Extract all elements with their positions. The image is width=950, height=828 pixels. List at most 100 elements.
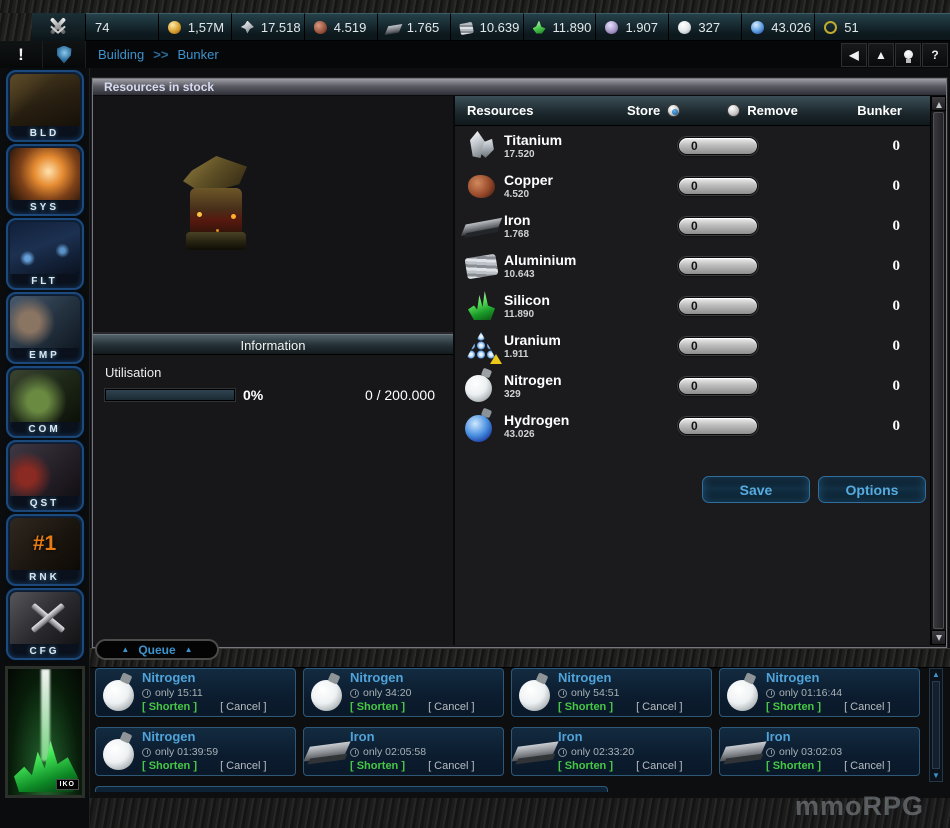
clock-icon <box>558 748 567 757</box>
queue-toggle-tab[interactable]: ▲ Queue ▲ <box>95 639 219 660</box>
hint-button[interactable] <box>895 43 921 67</box>
resource-row: Iron 1.768 0 <box>455 206 930 246</box>
navigation-bar: ! Building >> Bunker ◀ ▲ ? <box>0 41 950 68</box>
cancel-link[interactable]: [ Cancel ] <box>428 760 474 772</box>
resource-value: 43.026 <box>771 20 811 35</box>
clock-icon <box>350 748 359 757</box>
shorten-link[interactable]: [ Shorten ] <box>350 701 405 713</box>
resource-icon <box>460 248 504 284</box>
breadcrumb-bunker-link[interactable]: Bunker <box>177 47 218 62</box>
sidebar-item[interactable]: EMP <box>6 292 84 364</box>
store-amount-input[interactable] <box>678 177 758 195</box>
resource-icon <box>460 128 504 164</box>
store-amount-input[interactable] <box>678 297 758 315</box>
cancel-link[interactable]: [ Cancel ] <box>220 760 266 772</box>
cancel-link[interactable]: [ Cancel ] <box>844 760 890 772</box>
scroll-down-button[interactable] <box>931 630 946 645</box>
sidebar-item-label: EMP <box>8 350 82 364</box>
clock-icon <box>142 748 151 757</box>
queue-scroll-down-button[interactable]: ▼ <box>932 770 940 781</box>
topbar-resource-cell: 1.765 <box>377 13 450 41</box>
remove-radio[interactable] <box>727 104 740 117</box>
store-amount-input[interactable] <box>678 417 758 435</box>
resource-name: Copper <box>504 172 636 188</box>
help-button[interactable]: ? <box>922 43 948 67</box>
resource-row: Aluminium 10.643 0 <box>455 246 930 286</box>
queue-scroll-up-button[interactable]: ▲ <box>932 669 940 680</box>
clock-icon <box>350 689 359 698</box>
sidebar-item[interactable]: CFG <box>6 588 84 660</box>
sidebar-item[interactable]: #1 RNK <box>6 514 84 586</box>
queue-time-text: only 03:02:03 <box>779 746 842 759</box>
resource-stock-amount: 1.768 <box>504 229 636 240</box>
scroll-up-button[interactable] <box>931 96 946 111</box>
question-mark-icon: ? <box>931 48 938 62</box>
scroll-top-button[interactable]: ▲ <box>868 43 894 67</box>
store-amount-input[interactable] <box>678 337 758 355</box>
shorten-link[interactable]: [ Shorten ] <box>766 701 821 713</box>
resource-icon <box>460 288 504 324</box>
shorten-link[interactable]: [ Shorten ] <box>142 701 197 713</box>
back-button[interactable]: ◀ <box>841 43 867 67</box>
store-amount-input[interactable] <box>678 217 758 235</box>
sidebar-item[interactable]: SYS <box>6 144 84 216</box>
store-amount-input[interactable] <box>678 137 758 155</box>
resource-row: Hydrogen 43.026 0 <box>455 406 930 446</box>
store-amount-input[interactable] <box>678 377 758 395</box>
alert-button[interactable]: ! <box>0 41 43 68</box>
resource-stock-amount: 17.520 <box>504 149 636 160</box>
sidebar-thumbnail <box>10 74 80 126</box>
bunker-amount: 0 <box>804 178 930 195</box>
resource-icon <box>168 21 181 34</box>
bunker-amount: 0 <box>804 258 930 275</box>
store-amount-input[interactable] <box>678 257 758 275</box>
cancel-link[interactable]: [ Cancel ] <box>636 701 682 713</box>
queue-scrollbar: ▲ ▼ <box>929 668 943 782</box>
topbar-resource-cell: 74 <box>85 13 158 41</box>
resource-icon <box>824 21 837 34</box>
options-button[interactable]: Options <box>818 476 926 503</box>
sidebar-item[interactable]: COM <box>6 366 84 438</box>
resource-icon <box>460 168 504 204</box>
shorten-link[interactable]: [ Shorten ] <box>142 760 197 772</box>
queue-time: only 15:11 <box>142 687 267 700</box>
store-radio[interactable] <box>667 104 680 117</box>
scrollbar-thumb[interactable] <box>933 112 944 629</box>
cancel-link[interactable]: [ Cancel ] <box>220 701 266 713</box>
crystal-beam <box>41 669 50 761</box>
shorten-link[interactable]: [ Shorten ] <box>558 701 613 713</box>
defense-button[interactable] <box>43 41 86 68</box>
sidebar-item[interactable]: BLD <box>6 70 84 142</box>
shorten-link[interactable]: [ Shorten ] <box>558 760 613 772</box>
resource-icon <box>384 23 402 34</box>
sidebar-item[interactable]: QST <box>6 440 84 512</box>
cancel-link[interactable]: [ Cancel ] <box>428 701 474 713</box>
cancel-link[interactable]: [ Cancel ] <box>844 701 890 713</box>
shorten-link[interactable]: [ Shorten ] <box>350 760 405 772</box>
resources-pane: Resources Store Remove Bunker Titanium 1… <box>455 96 930 645</box>
clock-icon <box>766 748 775 757</box>
queue-item: Nitrogen only 15:11 [ Shorten ] [ Cancel… <box>95 668 296 717</box>
combat-button[interactable] <box>32 13 85 41</box>
collapse-arrow-icon: ▲ <box>185 645 193 654</box>
queue-time: only 54:51 <box>558 687 683 700</box>
breadcrumb-building-link[interactable]: Building <box>98 47 144 62</box>
game-screen: 74 1,57M 17.518 4.519 1.765 10.639 11.89… <box>0 0 950 828</box>
sidebar-item-label: SYS <box>8 202 82 216</box>
cancel-link[interactable]: [ Cancel ] <box>636 760 682 772</box>
sidebar-item[interactable]: FLT <box>6 218 84 290</box>
rank-badge: #1 <box>33 532 56 556</box>
save-button[interactable]: Save <box>702 476 810 503</box>
crystal-label: IKO <box>56 779 79 790</box>
resource-stock-amount: 43.026 <box>504 429 636 440</box>
shorten-link[interactable]: [ Shorten ] <box>766 760 821 772</box>
resource-value: 1.907 <box>625 20 658 35</box>
queue-resource-icon <box>512 730 558 774</box>
topbar-left-texture <box>0 13 32 41</box>
shield-icon <box>57 46 72 64</box>
resource-stock-amount: 4.520 <box>504 189 636 200</box>
sidebar-item-label: QST <box>8 498 82 512</box>
resource-icon <box>678 21 691 34</box>
clock-icon <box>766 689 775 698</box>
queue-scrollbar-track[interactable] <box>932 681 940 769</box>
